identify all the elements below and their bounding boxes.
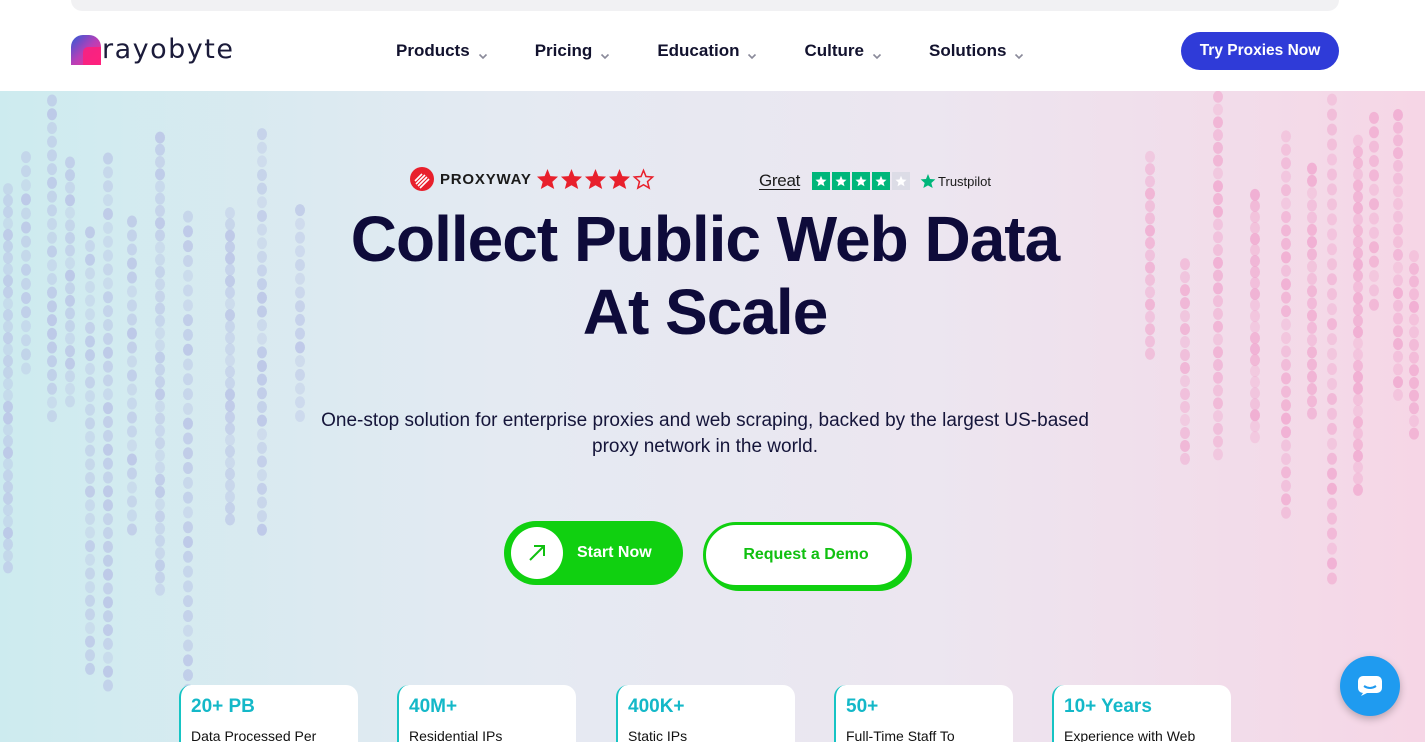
hero-title: Collect Public Web Data At Scale [0, 203, 1410, 349]
nav-products[interactable]: Products [396, 41, 488, 61]
stat-card: 10+ Years Experience with Web [1052, 685, 1231, 742]
stat-value: 400K+ [628, 696, 685, 717]
stat-value: 50+ [846, 696, 879, 717]
nav-label: Solutions [928, 41, 1007, 60]
stat-label: Experience with Web [1064, 728, 1196, 742]
hero-section: PROXYWAY Great Trustpilot Collect Public… [0, 91, 1425, 742]
stat-card: 40M+ Residential IPs [397, 685, 576, 742]
stat-value: 20+ PB [191, 696, 255, 717]
chevron-down-icon [747, 46, 757, 60]
star-filled-icon [832, 172, 851, 190]
nav-label: Culture [804, 41, 864, 60]
try-proxies-button[interactable]: Try Proxies Now [1181, 32, 1339, 70]
trustpilot-logo: Trustpilot [920, 173, 991, 189]
nav-label: Products [396, 41, 470, 60]
stat-card: 400K+ Static IPs [616, 685, 795, 742]
chevron-down-icon [872, 46, 882, 60]
trustpilot-star-icon [920, 174, 936, 188]
nav-solutions[interactable]: Solutions [929, 41, 1024, 61]
proxyway-name: PROXYWAY [440, 170, 532, 188]
stat-label: Full-Time Staff To [846, 728, 955, 742]
brand-logo[interactable]: rayobyte [71, 35, 234, 65]
nav-culture[interactable]: Culture [804, 41, 882, 61]
chevron-down-icon [600, 46, 610, 60]
nav-pricing[interactable]: Pricing [535, 41, 611, 61]
trustpilot-verdict: Great [759, 171, 801, 190]
star-filled-icon [812, 172, 831, 190]
stat-value: 40M+ [409, 696, 458, 717]
main-nav: Products Pricing Education Culture Solut… [396, 11, 1071, 91]
start-now-label: Start Now [577, 544, 652, 561]
trustpilot-rating[interactable]: Great Trustpilot [759, 171, 991, 191]
star-filled-icon [608, 168, 630, 190]
star-filled-icon [584, 168, 606, 190]
brand-name: rayobyte [102, 34, 235, 65]
trustpilot-stars [812, 172, 912, 190]
hero-title-line1: Collect Public Web Data [350, 203, 1060, 275]
start-now-button[interactable]: Start Now [504, 521, 683, 585]
arrow-up-right-icon [511, 527, 563, 579]
chat-icon [1358, 676, 1382, 696]
nav-label: Education [657, 41, 740, 60]
request-demo-button[interactable]: Request a Demo [703, 522, 909, 588]
nav-label: Pricing [534, 41, 593, 60]
trustpilot-name: Trustpilot [938, 173, 992, 189]
star-filled-icon [560, 168, 582, 190]
hero-title-line2: At Scale [582, 276, 829, 348]
nav-education[interactable]: Education [657, 41, 757, 61]
star-empty-icon [632, 168, 655, 190]
chat-widget-button[interactable] [1340, 656, 1400, 716]
stat-label: Residential IPs [409, 728, 503, 742]
star-filled-icon [536, 168, 558, 190]
star-filled-icon [852, 172, 871, 190]
proxyway-logo-icon [410, 167, 434, 191]
stat-card: 50+ Full-Time Staff To [834, 685, 1013, 742]
site-header: rayobyte Products Pricing Education Cult… [0, 11, 1425, 91]
chevron-down-icon [1014, 46, 1024, 60]
stat-card: 20+ PB Data Processed Per [179, 685, 358, 742]
star-empty-icon [892, 172, 911, 190]
chevron-down-icon [478, 46, 488, 60]
rayobyte-logo-icon [71, 35, 101, 65]
top-strip [71, 0, 1339, 11]
hero-subtitle: One-stop solution for enterprise proxies… [321, 410, 1089, 457]
stat-label: Data Processed Per [191, 728, 317, 742]
proxyway-rating[interactable]: PROXYWAY [410, 167, 656, 191]
star-filled-icon [872, 172, 891, 190]
proxyway-stars [536, 168, 656, 190]
stat-label: Static IPs [628, 728, 688, 742]
stat-value: 10+ Years [1064, 696, 1152, 717]
